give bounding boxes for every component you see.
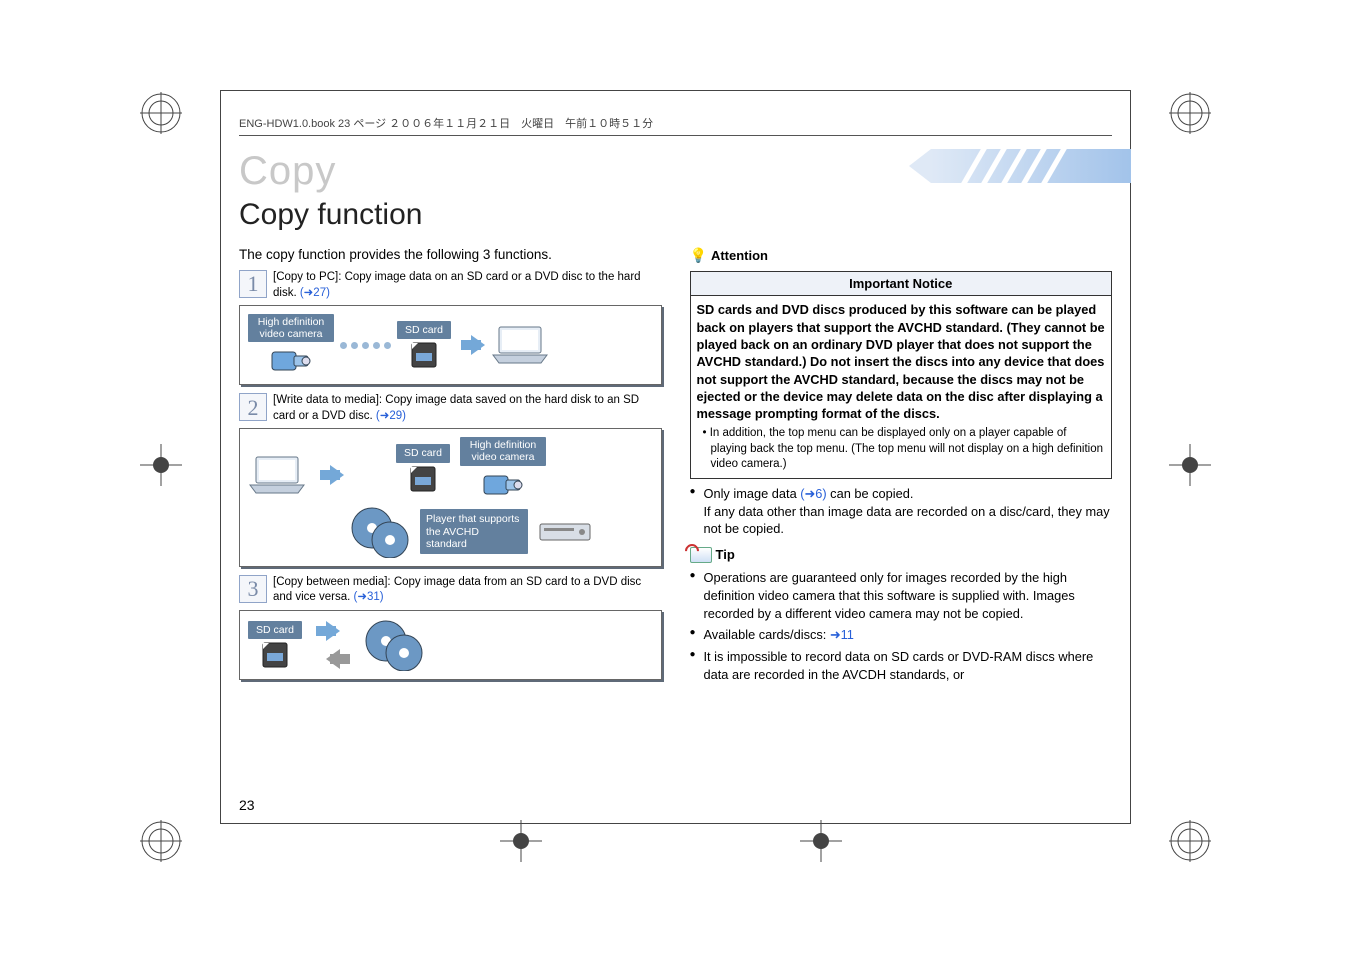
arrow-right-icon: [330, 465, 344, 485]
label-sd-card: SD card: [396, 444, 450, 462]
arrow-right-icon: [471, 335, 485, 355]
label-sd-card: SD card: [248, 621, 302, 639]
bullet-item: Only image data (➜6) can be copied. If a…: [690, 485, 1113, 538]
step-desc: [Copy between media]: Copy image data fr…: [273, 576, 641, 604]
bullet-item: Operations are guaranteed only for image…: [690, 569, 1113, 622]
arrow-right-icon: [326, 621, 340, 641]
step-number: 1: [239, 270, 267, 298]
discs-icon: [350, 506, 410, 558]
step-text: [Copy to PC]: Copy image data on an SD c…: [273, 270, 662, 301]
page-ref-link[interactable]: (➜6): [800, 486, 826, 501]
laptop-icon: [491, 325, 549, 365]
attention-label: Attention: [711, 247, 768, 265]
page-ref-link[interactable]: (➜29): [376, 410, 406, 422]
sdcard-icon: [406, 341, 442, 369]
step-2: 2 [Write data to media]: Copy image data…: [239, 393, 662, 424]
crop-mark: [800, 820, 842, 862]
attention-bullets: Only image data (➜6) can be copied. If a…: [690, 485, 1113, 538]
step-3: 3 [Copy between media]: Copy image data …: [239, 575, 662, 606]
step-1: 1 [Copy to PC]: Copy image data on an SD…: [239, 270, 662, 301]
step-text: [Write data to media]: Copy image data s…: [273, 393, 662, 424]
notice-subnote: • In addition, the top menu can be displ…: [697, 426, 1106, 473]
label-sd-card: SD card: [397, 321, 451, 339]
page-ref-link[interactable]: (➜27): [300, 287, 330, 299]
discs-icon: [364, 619, 424, 671]
diagram-copy-between-media: SD card: [239, 610, 662, 680]
step-number: 2: [239, 393, 267, 421]
arrow-left-icon: [326, 649, 340, 669]
crop-mark: [500, 820, 542, 862]
diagram-write-to-media: SD card High definition video camera: [239, 428, 662, 566]
crop-mark: [1169, 92, 1211, 134]
camera-icon: [268, 344, 314, 376]
label-hd-camera: High definition video camera: [248, 314, 334, 342]
intro-text: The copy function provides the following…: [239, 246, 662, 264]
page-frame: ENG-HDW1.0.book 23 ページ ２００６年１１月２１日 火曜日 午…: [220, 90, 1131, 824]
attention-heading: 💡 Attention: [690, 246, 1113, 265]
diagram-copy-to-pc: High definition video camera SD card: [239, 305, 662, 385]
important-notice-box: Important Notice SD cards and DVD discs …: [690, 271, 1113, 479]
crop-mark: [1169, 444, 1211, 486]
step-number: 3: [239, 575, 267, 603]
crop-mark: [140, 820, 182, 862]
camera-icon: [480, 468, 526, 500]
label-avchd-player: Player that supports the AVCHD standard: [420, 509, 528, 553]
dots-icon: [340, 342, 391, 349]
right-column: 💡 Attention Important Notice SD cards an…: [690, 246, 1113, 689]
crop-mark: [140, 444, 182, 486]
notice-body: SD cards and DVD discs produced by this …: [697, 302, 1105, 421]
label-hd-camera: High definition video camera: [460, 437, 546, 465]
crop-mark: [140, 92, 182, 134]
bullet-item: It is impossible to record data on SD ca…: [690, 648, 1113, 683]
page-title: Copy function: [239, 198, 1112, 232]
lightbulb-icon: 💡: [690, 246, 707, 265]
page-number: 23: [239, 797, 255, 813]
tip-icon: [690, 547, 712, 563]
laptop-icon: [248, 455, 306, 495]
step-text: [Copy between media]: Copy image data fr…: [273, 575, 662, 606]
sdcard-icon: [405, 465, 441, 493]
tip-heading: Tip: [690, 546, 1113, 564]
bullet-item: Available cards/discs: ➜11: [690, 626, 1113, 644]
tip-bullets: Operations are guaranteed only for image…: [690, 569, 1113, 683]
crop-mark: [1169, 820, 1211, 862]
page-ref-link[interactable]: ➜11: [830, 627, 854, 642]
step-desc: [Write data to media]: Copy image data s…: [273, 394, 639, 422]
left-column: The copy function provides the following…: [239, 246, 662, 689]
sdcard-icon: [257, 641, 293, 669]
page-ref-link[interactable]: (➜31): [354, 591, 384, 603]
notice-title: Important Notice: [691, 272, 1112, 297]
header-line: ENG-HDW1.0.book 23 ページ ２００６年１１月２１日 火曜日 午…: [239, 115, 1112, 140]
tip-label: Tip: [716, 546, 735, 564]
player-icon: [538, 518, 592, 546]
chapter-title: Copy: [239, 149, 1112, 194]
